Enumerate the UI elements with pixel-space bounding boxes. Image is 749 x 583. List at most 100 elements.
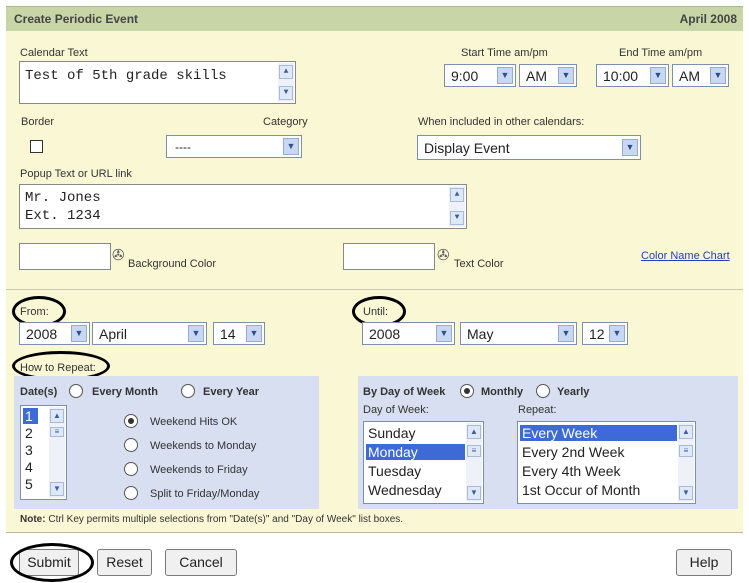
repeat-listbox[interactable]: Every Week Every 2nd Week Every 4th Week… [517,421,696,504]
dates-listbox[interactable]: 1 2 3 4 5 ▲ ≡ ▼ [20,405,67,500]
palette-icon[interactable]: ✇ [437,246,450,264]
popup-scrollbar[interactable]: ▲ ▼ [449,186,465,227]
list-item[interactable]: 1 [23,408,38,424]
day-of-week-scrollbar[interactable]: ▲ ≡ ▼ [466,423,482,502]
background-color-input[interactable] [19,243,111,270]
from-year-value: 2008 [26,326,58,342]
weekend-hits-ok-label: Weekend Hits OK [150,416,238,428]
note: Note: Ctrl Key permits multiple selectio… [20,514,403,525]
list-item[interactable]: Tuesday [366,463,421,479]
list-item[interactable]: 2 [23,425,33,441]
list-item[interactable]: Every 2nd Week [520,444,624,460]
list-item[interactable]: Wednesday [366,482,442,498]
dates-scrollbar[interactable]: ▲ ≡ ▼ [49,407,65,498]
list-item[interactable]: 5 [23,476,33,492]
start-time-label: Start Time am/pm [461,47,548,59]
from-day-select[interactable]: 14 ▼ [213,322,265,345]
start-ampm-value: AM [526,68,547,84]
weekend-hits-ok-radio[interactable] [124,414,138,428]
chevron-down-icon: ▼ [188,325,204,342]
scroll-up-icon[interactable]: ▲ [450,188,464,202]
scroll-down-icon[interactable]: ▼ [467,486,481,500]
list-item[interactable]: Sunday [366,425,415,441]
weekends-to-friday-radio[interactable] [124,462,138,476]
calendar-text-value: Test of 5th grade skills [25,68,227,84]
split-friday-monday-label: Split to Friday/Monday [150,488,260,500]
scroll-down-icon[interactable]: ▼ [679,486,693,500]
split-friday-monday-radio[interactable] [124,486,138,500]
category-select[interactable]: ---- ▼ [166,135,302,158]
scroll-thumb[interactable]: ≡ [50,427,64,437]
until-month-value: May [467,326,494,342]
end-ampm-select[interactable]: AM ▼ [672,64,729,87]
calendar-text-scrollbar[interactable]: ▲ ▼ [278,63,294,102]
scroll-up-icon[interactable]: ▲ [279,65,293,79]
yearly-label: Yearly [557,386,590,398]
scroll-down-icon[interactable]: ▼ [279,86,293,100]
day-of-week-listbox[interactable]: Sunday Monday Tuesday Wednesday ▲ ≡ ▼ [363,421,484,504]
from-year-select[interactable]: 2008 ▼ [19,322,90,345]
chevron-down-icon: ▼ [497,67,513,84]
scroll-down-icon[interactable]: ▼ [50,482,64,496]
weekends-to-monday-radio[interactable] [124,438,138,452]
list-item[interactable]: Monday [366,444,465,460]
color-name-chart-link[interactable]: Color Name Chart [641,250,730,262]
scroll-thumb[interactable]: ≡ [467,445,481,457]
calendar-text-input[interactable]: Test of 5th grade skills ▲ ▼ [19,61,296,104]
by-day-label: By Day of Week [363,386,446,398]
scroll-down-icon[interactable]: ▼ [450,211,464,225]
list-item[interactable]: 3 [23,442,33,458]
help-button[interactable]: Help [676,549,732,576]
reset-button[interactable]: Reset [97,549,152,576]
category-label: Category [263,116,308,128]
scroll-thumb[interactable]: ≡ [679,445,693,457]
other-calendars-select[interactable]: Display Event ▼ [417,135,641,160]
chevron-down-icon: ▼ [71,325,87,342]
list-item[interactable]: Every Week [520,425,677,441]
from-month-select[interactable]: April ▼ [92,322,207,345]
chevron-down-icon: ▼ [622,139,638,156]
chevron-down-icon: ▼ [558,67,574,84]
chevron-down-icon: ▼ [650,67,666,84]
until-year-value: 2008 [369,326,401,342]
until-month-select[interactable]: May ▼ [460,322,577,345]
yearly-radio[interactable] [536,384,550,398]
chevron-down-icon: ▼ [558,325,574,342]
until-day-select[interactable]: 12 ▼ [582,322,628,345]
weekends-to-friday-label: Weekends to Friday [150,464,248,476]
end-time-label: End Time am/pm [619,47,703,59]
scroll-up-icon[interactable]: ▲ [467,425,481,439]
text-color-input[interactable] [343,243,435,270]
chevron-down-icon: ▼ [246,325,262,342]
repeat-label: Repeat: [518,404,557,416]
popup-line-2: Ext. 1234 [25,208,101,224]
divider [6,289,743,290]
border-checkbox[interactable] [30,140,43,153]
border-label: Border [21,116,55,128]
chevron-down-icon: ▼ [710,67,726,84]
cancel-button[interactable]: Cancel [165,549,237,576]
list-item[interactable]: Every 4th Week [520,463,621,479]
category-value: ---- [175,140,191,154]
scroll-up-icon[interactable]: ▲ [679,425,693,439]
palette-icon[interactable]: ✇ [112,246,125,264]
monthly-radio[interactable] [460,384,474,398]
popup-text-input[interactable]: Mr. Jones Ext. 1234 ▲ ▼ [19,184,467,229]
scroll-up-icon[interactable]: ▲ [50,409,64,423]
list-item[interactable]: 1st Occur of Month [520,482,640,498]
start-hour-select[interactable]: 9:00 ▼ [444,64,516,87]
popup-label: Popup Text or URL link [20,168,132,180]
end-hour-select[interactable]: 10:00 ▼ [596,64,669,87]
list-item[interactable]: 4 [23,459,33,475]
every-year-radio[interactable] [181,384,195,398]
every-month-radio[interactable] [69,384,83,398]
start-ampm-select[interactable]: AM ▼ [519,64,577,87]
calendar-text-label: Calendar Text [20,47,88,59]
every-year-label: Every Year [203,386,260,398]
until-year-select[interactable]: 2008 ▼ [362,322,455,345]
dialog-title: Create Periodic Event [14,12,139,26]
from-day-value: 14 [220,326,236,342]
from-month-value: April [99,326,128,342]
repeat-scrollbar[interactable]: ▲ ≡ ▼ [678,423,694,502]
end-hour-value: 10:00 [603,68,639,84]
